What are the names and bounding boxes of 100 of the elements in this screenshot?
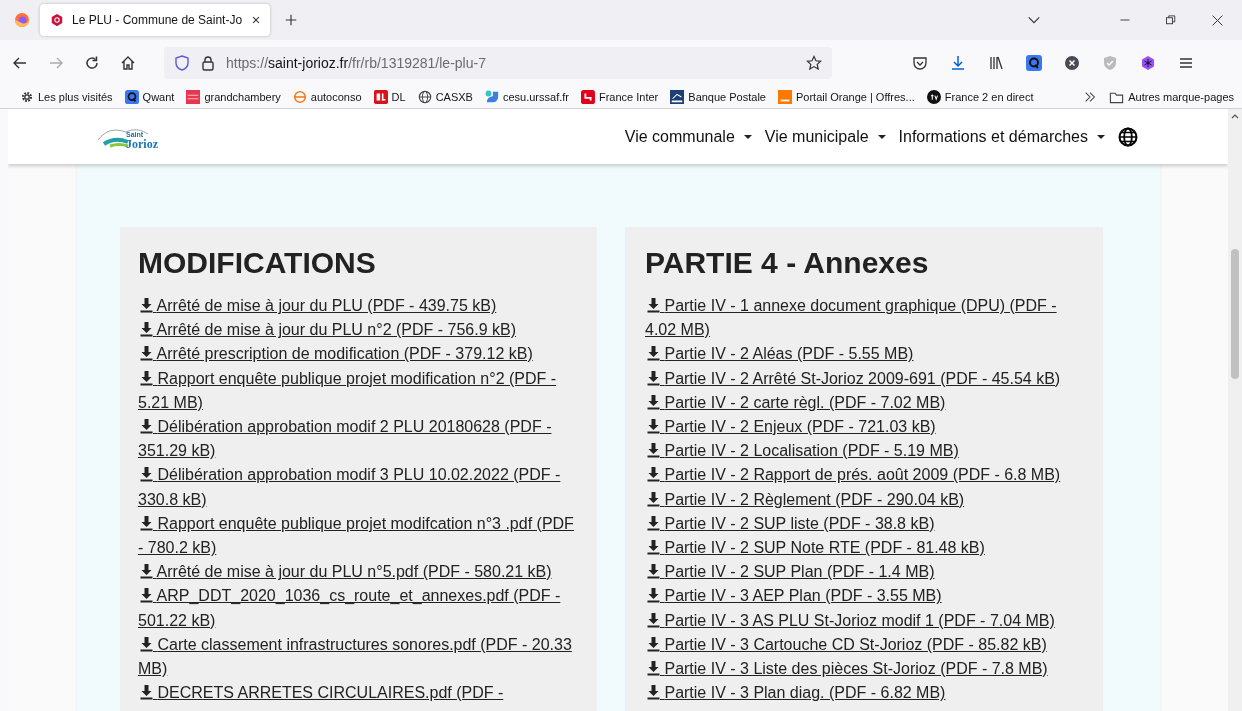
nav-menu-item[interactable]: Vie communale — [624, 127, 753, 146]
bookmarks-folder[interactable]: Autres marque-pages — [1109, 89, 1234, 105]
download-icon — [140, 635, 153, 652]
nav-menu-item[interactable]: Informations et démarches — [898, 127, 1106, 146]
bookmark[interactable]: France 2 en direct — [926, 90, 1034, 104]
download-link[interactable]: Délibération approbation modif 3 PLU 10.02.2022 (PDF - 330.8 kB) — [138, 463, 579, 512]
download-link[interactable]: Délibération approbation modif 2 PLU 20180628 (PDF - 351.29 kB) — [138, 415, 579, 464]
bookmark[interactable]: Banque Postale — [670, 90, 766, 104]
firefox-icon[interactable] — [14, 12, 30, 28]
restore-icon[interactable] — [1165, 14, 1177, 26]
download-link[interactable]: Partie IV - 3 Cartouche CD St-Jorioz (PDF - 85.82 kB) — [645, 632, 1047, 658]
download-icon — [647, 514, 660, 531]
bookmark[interactable]: Qwant — [124, 90, 175, 104]
download-link[interactable]: Partie IV - 1 annexe document graphique (DPU) (PDF - 4.02 MB) — [645, 294, 1085, 343]
download-link[interactable]: Rapport enquête publique projet modifcation n°3 .pdf (PDF - 780.2 kB) — [138, 511, 579, 561]
download-link[interactable]: Partie IV - 2 Arrêté St-Jorioz 2009-691 (PDF - 45.54 kB) — [645, 366, 1061, 391]
download-link[interactable]: ARP_DDT_2020_1036_cs_route_et_annexes.pdf (PDF - 501.22 kB) — [138, 584, 579, 633]
bookmark[interactable]: DL — [373, 90, 406, 104]
download-link[interactable]: Partie IV - 2 Localisation (PDF - 5.19 MB) — [645, 439, 959, 464]
bank-logo-icon[interactable] — [670, 90, 685, 104]
menu-icon[interactable] — [1178, 55, 1194, 71]
download-link[interactable]: Partie IV - 3 Liste des pièces St-Jorioz (PDF - 7.8 MB) — [645, 657, 1048, 682]
download-link[interactable]: Arrêté de mise à jour du PLU n°2 (PDF - 756.9 kB) — [138, 318, 516, 343]
download-icon — [647, 660, 660, 677]
download-link[interactable]: Partie IV - 3 AS PLU St-Jorioz modif 1 (PDF - 7.04 MB) — [645, 608, 1055, 633]
pocket-icon[interactable] — [912, 55, 928, 71]
snowflake-icon[interactable] — [1140, 55, 1156, 71]
scrollbar-thumb[interactable] — [1231, 249, 1239, 379]
address-bar[interactable]: https://saint-jorioz.fr/fr/rb/1319281/le-plu-7 — [164, 47, 832, 79]
download-icon — [647, 587, 660, 604]
download-icon — [647, 684, 660, 701]
close-icon[interactable] — [1211, 13, 1224, 27]
tv-logo-icon[interactable] — [926, 90, 941, 104]
download-link[interactable]: Carte classement infrastructures sonores.pdf (PDF - 20.33 MB) — [138, 632, 579, 682]
gear-icon[interactable] — [20, 90, 34, 104]
shield-icon[interactable] — [174, 55, 190, 71]
download-icon — [140, 345, 153, 362]
q-logo-icon[interactable] — [124, 90, 139, 104]
download-icon — [647, 611, 660, 628]
globe-icon[interactable] — [1118, 126, 1138, 147]
bookmark[interactable]: Portail Orange | Offres... — [777, 90, 915, 104]
download-link[interactable]: Partie IV - 2 SUP Plan (PDF - 1.4 MB) — [645, 560, 935, 585]
download-icon — [140, 684, 153, 701]
download-link[interactable]: Arrêté de mise à jour du PLU (PDF - 439.75 kB) — [138, 294, 497, 319]
bookmark[interactable]: CASXB — [417, 90, 473, 104]
download-icon — [647, 442, 660, 459]
nav-menu-item[interactable]: Vie municipale — [764, 127, 887, 146]
lock-icon[interactable] — [200, 55, 216, 71]
chevrons-right-icon[interactable] — [1083, 90, 1098, 104]
browser-tab[interactable]: Le PLU - Commune de Saint-Jo — [40, 4, 270, 36]
bookmark[interactable]: Les plus visités — [20, 90, 113, 104]
download-icon — [647, 539, 660, 556]
app-icon[interactable] — [581, 90, 595, 104]
download-link[interactable]: Partie IV - 2 Enjeux (PDF - 721.03 kB) — [645, 415, 936, 440]
download-icon — [140, 321, 153, 338]
download-link[interactable]: Partie IV - 3 AEP Plan (PDF - 3.55 MB) — [645, 584, 942, 609]
square-icon[interactable] — [186, 90, 201, 104]
new-tab-icon[interactable] — [284, 13, 298, 27]
download-icon — [647, 466, 660, 483]
download-link[interactable]: Partie IV - 2 Rapport de prés. août 2009 (PDF - 6.8 MB) — [645, 463, 1061, 488]
bookmark[interactable]: grandchambery — [186, 90, 281, 104]
download-link[interactable]: Partie IV - 2 SUP Note RTE (PDF - 81.48 kB) — [645, 536, 985, 561]
bookmark[interactable]: France Inter — [581, 90, 659, 104]
shield-check-icon[interactable] — [1102, 55, 1118, 71]
section-heading: MODIFICATIONS — [138, 245, 377, 281]
home-icon[interactable] — [120, 55, 136, 71]
dl-logo-icon[interactable] — [373, 90, 388, 104]
download-icon — [647, 345, 660, 362]
back-icon[interactable] — [12, 55, 28, 71]
download-link[interactable]: Arrêté de mise à jour du PLU n°5.pdf (PDF - 580.21 kB) — [138, 560, 552, 585]
download-icon — [647, 393, 660, 410]
download-link[interactable]: Partie IV - 3 Plan diag. (PDF - 6.82 MB) — [645, 681, 946, 706]
bookmark[interactable]: cesu.urssaf.fr — [484, 90, 569, 104]
download-icon — [140, 418, 153, 434]
download-link[interactable]: Rapport enquête publique projet modification n°2 (PDF - 5.21 MB) — [138, 366, 579, 415]
download-link[interactable]: DECRETS ARRETES CIRCULAIRES.pdf (PDF - — [138, 681, 504, 706]
download-link[interactable]: Partie IV - 2 Aléas (PDF - 5.55 MB) — [645, 342, 914, 367]
download-link[interactable]: Partie IV - 2 Règlement (PDF - 290.04 kB) — [645, 487, 965, 512]
download-link[interactable]: Partie IV - 2 carte règl. (PDF - 7.02 MB) — [645, 390, 946, 415]
download-icon — [140, 514, 153, 531]
logo-text: Jorioz — [126, 137, 158, 150]
ring-icon[interactable] — [292, 90, 307, 104]
download-icon — [647, 635, 660, 652]
bookmark[interactable]: autoconso — [292, 90, 362, 104]
x-circle-icon[interactable] — [1064, 55, 1080, 71]
download-link[interactable]: Arrêté prescription de modification (PDF - 379.12 kB) — [138, 342, 533, 367]
download-icon[interactable] — [950, 55, 966, 71]
download-icon — [647, 369, 660, 386]
close-icon[interactable] — [250, 14, 262, 26]
scrollbar[interactable] — [1228, 109, 1242, 711]
library-icon[interactable] — [988, 55, 1004, 71]
download-link[interactable]: Partie IV - 2 SUP liste (PDF - 38.8 kB) — [645, 511, 935, 537]
globe-icon[interactable] — [417, 90, 432, 104]
q-logo-icon[interactable] — [1026, 55, 1042, 71]
drops-icon[interactable] — [484, 90, 499, 104]
download-icon — [140, 587, 153, 604]
bar-square-icon[interactable] — [777, 90, 792, 104]
reload-icon[interactable] — [84, 55, 100, 71]
star-icon[interactable] — [806, 55, 822, 71]
download-icon — [140, 563, 153, 580]
